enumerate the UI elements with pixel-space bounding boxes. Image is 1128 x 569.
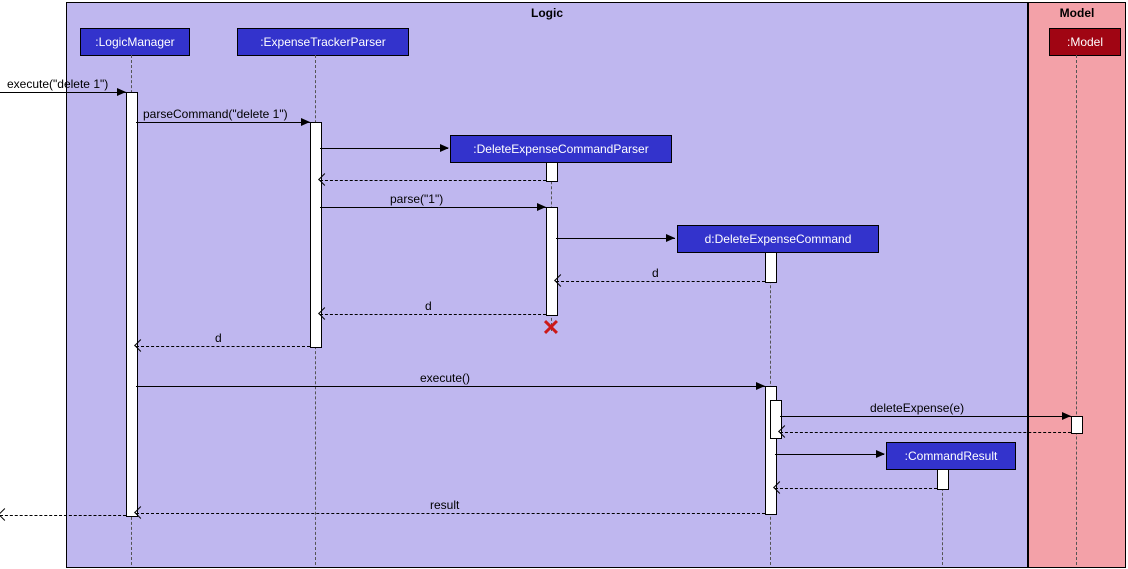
msg-deleteexpense-arrow — [1062, 412, 1071, 420]
msg-d3-line — [136, 346, 310, 347]
msg-result-label: result — [430, 498, 459, 512]
model-head: :Model — [1049, 28, 1121, 56]
commandresult-head: :CommandResult — [886, 442, 1016, 470]
delexpensecommand-activation-create — [765, 251, 777, 283]
model-activation — [1071, 416, 1083, 434]
delexpensecommand-label: d:DeleteExpenseCommand — [705, 232, 852, 246]
msg-d2-label: d — [425, 299, 432, 313]
msg-d2-line — [320, 314, 546, 315]
msg-execute-entry-line — [0, 92, 126, 93]
msg-create-decp-return-line — [320, 180, 546, 181]
commandresult-label: :CommandResult — [905, 449, 998, 463]
msg-create-cr-line — [775, 454, 884, 455]
msg-parsecommand-arrow — [301, 118, 310, 126]
msg-result-line — [136, 513, 765, 514]
msg-execute-line — [136, 386, 765, 387]
model-lifeline — [1076, 55, 1077, 565]
destroy-icon: ✕ — [542, 315, 560, 341]
model-label: :Model — [1067, 35, 1103, 49]
msg-parsecommand-label: parseCommand("delete 1") — [143, 107, 288, 121]
logic-frame-title: Logic — [67, 3, 1027, 23]
msg-execute-entry-arrow — [117, 88, 126, 96]
expensetrackerparser-head: :ExpenseTrackerParser — [237, 28, 409, 56]
logicmanager-head: :LogicManager — [80, 28, 190, 56]
msg-create-decp-arrow — [440, 144, 449, 152]
msg-parse-line — [320, 207, 546, 208]
msg-create-dec-line — [556, 238, 675, 239]
model-frame-title: Model — [1029, 3, 1125, 23]
msg-parse-label: parse("1") — [390, 192, 443, 206]
delexpensecmdparser-head: :DeleteExpenseCommandParser — [450, 135, 672, 163]
msg-execute-entry-label: execute("delete 1") — [7, 77, 108, 91]
msg-final-return-arrow — [0, 508, 11, 521]
logicmanager-label: :LogicManager — [95, 35, 174, 49]
logicmanager-activation — [126, 92, 138, 517]
msg-d1-line — [556, 281, 765, 282]
msg-d1-label: d — [652, 266, 659, 280]
msg-create-cr-return-line — [775, 488, 937, 489]
msg-deleteexpense-line — [780, 416, 1071, 417]
msg-d3-label: d — [215, 331, 222, 345]
msg-parse-arrow — [537, 203, 546, 211]
msg-create-cr-arrow — [876, 450, 885, 458]
msg-final-return-line — [0, 515, 126, 516]
delexpensecommand-head: d:DeleteExpenseCommand — [677, 225, 879, 253]
msg-execute-label: execute() — [420, 371, 470, 385]
msg-create-decp-line — [320, 148, 448, 149]
sequence-diagram: Logic Model :LogicManager :ExpenseTracke… — [0, 0, 1128, 569]
msg-create-dec-arrow — [666, 234, 675, 242]
model-frame: Model — [1028, 2, 1126, 568]
delexpensecmdparser-activation-create — [546, 161, 558, 182]
commandresult-activation — [937, 468, 949, 490]
msg-deleteexpense-label: deleteExpense(e) — [870, 401, 964, 415]
delexpensecmdparser-activation-parse — [546, 207, 558, 316]
delexpensecmdparser-label: :DeleteExpenseCommandParser — [473, 142, 648, 156]
msg-execute-arrow — [756, 382, 765, 390]
msg-parsecommand-line — [136, 122, 310, 123]
expensetrackerparser-label: :ExpenseTrackerParser — [260, 35, 386, 49]
msg-deleteexpense-return-line — [780, 432, 1071, 433]
